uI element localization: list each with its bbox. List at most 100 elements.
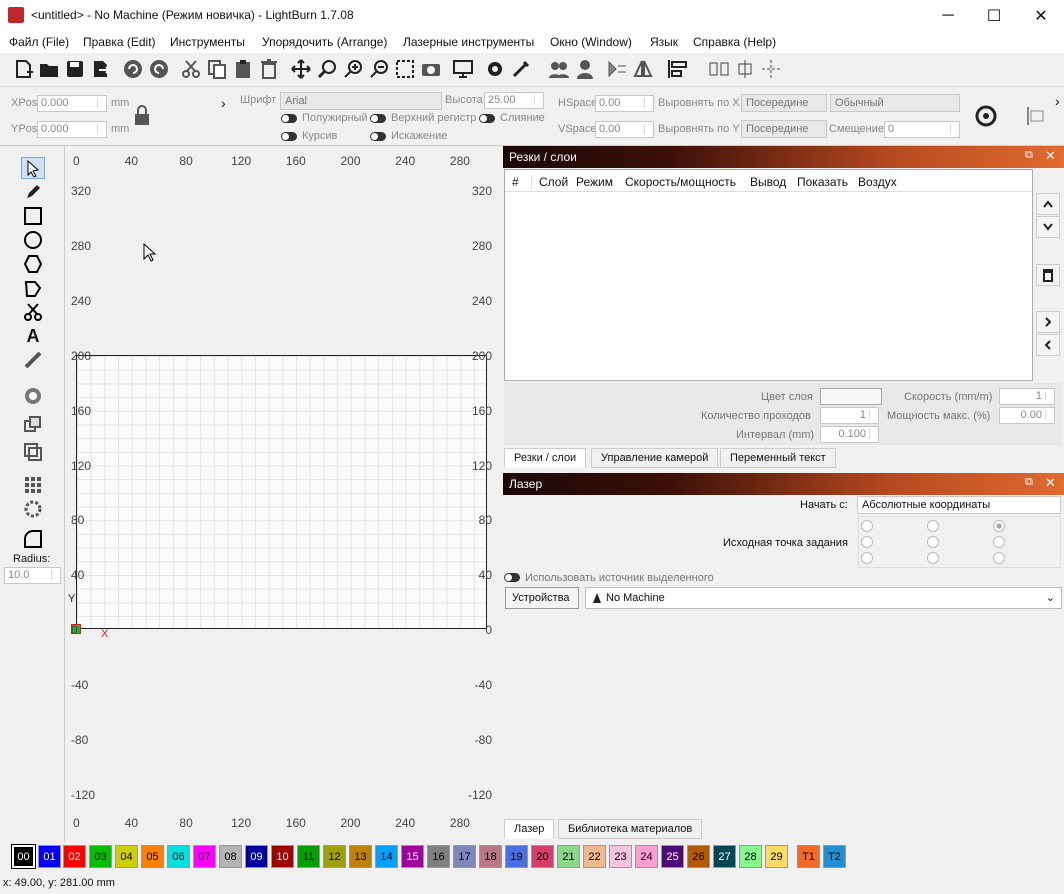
group-icon[interactable]: [546, 56, 572, 82]
palette-swatch-01[interactable]: 01: [38, 845, 61, 868]
palette-swatch-11[interactable]: 11: [297, 845, 320, 868]
float-laser-panel-icon[interactable]: ⧉: [1025, 476, 1033, 489]
origin-top-center[interactable]: [927, 520, 939, 532]
menu-edit[interactable]: Правка (Edit): [83, 35, 156, 49]
palette-swatch-21[interactable]: 21: [557, 845, 580, 868]
distort-toggle[interactable]: [370, 132, 386, 141]
palette-swatch-23[interactable]: 23: [609, 845, 632, 868]
origin-bottom-right[interactable]: [993, 552, 1005, 564]
use-selection-origin-toggle[interactable]: [504, 573, 520, 582]
tab-camera-control[interactable]: Управление камерой: [591, 448, 719, 468]
col-air[interactable]: Воздух: [858, 175, 897, 189]
expand-right-icon[interactable]: ›: [221, 95, 226, 111]
polygon-tool-icon[interactable]: [21, 253, 45, 275]
italic-toggle[interactable]: [281, 132, 297, 141]
select-tool-icon[interactable]: [21, 157, 45, 179]
passes-field[interactable]: 1: [820, 407, 879, 424]
merge-toggle[interactable]: [479, 114, 495, 123]
center-icon[interactable]: [758, 56, 784, 82]
tab-variable-text[interactable]: Переменный текст: [720, 448, 836, 468]
grid-array-icon[interactable]: [21, 474, 45, 496]
close-button[interactable]: ✕: [1018, 0, 1064, 31]
origin-bottom-center[interactable]: [927, 552, 939, 564]
export-icon[interactable]: [88, 56, 114, 82]
palette-swatch-29[interactable]: 29: [765, 845, 788, 868]
palette-swatch-02[interactable]: 02: [63, 845, 86, 868]
palette-swatch-26[interactable]: 26: [687, 845, 710, 868]
col-output[interactable]: Вывод: [750, 175, 786, 189]
palette-swatch-T1[interactable]: T1: [797, 845, 820, 868]
rectangle-tool-icon[interactable]: [21, 205, 45, 227]
ellipse-tool-icon[interactable]: [21, 229, 45, 251]
zoom-in-icon[interactable]: [340, 56, 366, 82]
new-file-icon[interactable]: [10, 56, 36, 82]
col-show[interactable]: Показать: [797, 175, 848, 189]
redo-icon[interactable]: [146, 56, 172, 82]
palette-swatch-00[interactable]: 00: [11, 844, 36, 869]
menu-tools[interactable]: Инструменты: [170, 35, 245, 49]
zoom-out-icon[interactable]: [366, 56, 392, 82]
interval-field[interactable]: 0.100: [820, 426, 879, 443]
palette-swatch-24[interactable]: 24: [635, 845, 658, 868]
pen-tool-icon[interactable]: [21, 181, 45, 203]
work-area[interactable]: [76, 355, 487, 629]
xpos-field[interactable]: 0.000: [37, 95, 107, 112]
offset-field[interactable]: 0: [884, 121, 960, 138]
palette-swatch-09[interactable]: 09: [245, 845, 268, 868]
menu-window[interactable]: Окно (Window): [550, 35, 632, 49]
col-speed-power[interactable]: Скорость/мощность: [625, 175, 736, 189]
menu-help[interactable]: Справка (Help): [693, 35, 776, 49]
menu-language[interactable]: Язык: [650, 35, 678, 49]
device-select[interactable]: No Machine ⌄: [585, 587, 1062, 609]
pentagon-tool-icon[interactable]: [21, 277, 45, 299]
corner-radius-icon[interactable]: [21, 528, 45, 550]
collapse-left-button[interactable]: [1036, 334, 1060, 356]
text-style-select[interactable]: Обычный: [830, 94, 960, 112]
measure-tool-icon[interactable]: [21, 349, 45, 371]
font-select[interactable]: Arial: [280, 92, 442, 110]
menu-arrange[interactable]: Упорядочить (Arrange): [262, 35, 387, 49]
start-from-select[interactable]: Абсолютные координаты: [857, 496, 1061, 514]
palette-swatch-22[interactable]: 22: [583, 845, 606, 868]
refresh-icon[interactable]: [973, 103, 999, 132]
move-down-button[interactable]: [1036, 216, 1060, 238]
boolean-union-icon[interactable]: [21, 414, 45, 436]
frame-icon[interactable]: [392, 56, 418, 82]
palette-swatch-05[interactable]: 05: [141, 845, 164, 868]
palette-swatch-16[interactable]: 16: [427, 845, 450, 868]
menu-laser-tools[interactable]: Лазерные инструменты: [403, 35, 534, 49]
palette-swatch-08[interactable]: 08: [219, 845, 242, 868]
origin-top-right[interactable]: [993, 520, 1005, 532]
col-mode[interactable]: Режим: [576, 175, 613, 189]
palette-swatch-28[interactable]: 28: [739, 845, 762, 868]
bold-toggle[interactable]: [281, 114, 297, 123]
origin-bottom-left[interactable]: [861, 552, 873, 564]
palette-swatch-18[interactable]: 18: [479, 845, 502, 868]
copy-icon[interactable]: [204, 56, 230, 82]
tab-laser[interactable]: Лазер: [504, 819, 555, 839]
col-index[interactable]: #: [512, 175, 532, 189]
max-power-field[interactable]: 0.00: [999, 407, 1055, 424]
distribute-horizontal-icon[interactable]: [706, 56, 732, 82]
ypos-field[interactable]: 0.000: [37, 121, 107, 138]
paste-icon[interactable]: [230, 56, 256, 82]
vspace-field[interactable]: 0.00: [595, 121, 654, 138]
expand-right-icon-2[interactable]: ›: [1055, 93, 1060, 109]
alignx-select[interactable]: Посередине: [741, 94, 827, 112]
zoom-selection-icon[interactable]: [314, 56, 340, 82]
palette-swatch-06[interactable]: 06: [167, 845, 190, 868]
mirror-horizontal-icon[interactable]: [604, 56, 630, 82]
expand-right-button[interactable]: [1036, 311, 1060, 333]
palette-swatch-14[interactable]: 14: [375, 845, 398, 868]
palette-swatch-10[interactable]: 10: [271, 845, 294, 868]
origin-mid-center[interactable]: [927, 536, 939, 548]
layer-color-swatch[interactable]: [820, 388, 882, 405]
ungroup-icon[interactable]: [572, 56, 598, 82]
menu-file[interactable]: Файл (File): [9, 35, 69, 49]
palette-swatch-19[interactable]: 19: [505, 845, 528, 868]
minimize-button[interactable]: ─: [925, 0, 971, 31]
palette-swatch-04[interactable]: 04: [115, 845, 138, 868]
origin-top-left[interactable]: [861, 520, 873, 532]
cut-icon[interactable]: [178, 56, 204, 82]
distribute-vertical-icon[interactable]: [732, 56, 758, 82]
